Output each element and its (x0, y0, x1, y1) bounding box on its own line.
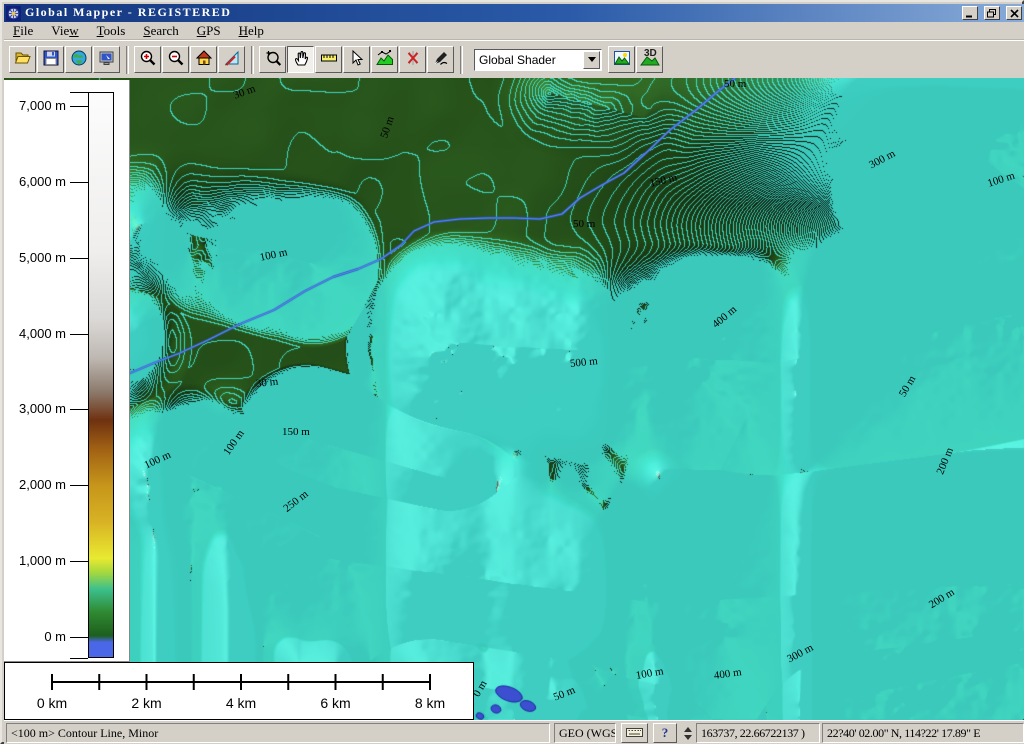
path-profile-button[interactable] (371, 46, 398, 73)
landscape-image-icon (613, 49, 631, 70)
zoom-out-button[interactable] (162, 46, 189, 73)
open-folder-icon (14, 49, 32, 70)
select-tool-button[interactable] (343, 46, 370, 73)
ruler-icon (320, 49, 338, 70)
status-latlon: 22?40' 02.00" N, 114?22' 17.89" E (822, 723, 1024, 743)
menu-item-tools[interactable]: Tools (88, 22, 135, 40)
restore-button[interactable] (984, 6, 1000, 20)
legend-tick-label: 4,000 m (4, 326, 66, 341)
legend-tick-label: 5,000 m (4, 250, 66, 265)
keyboard-button[interactable] (621, 723, 648, 743)
scale-bar: 0 km 2 km 4 km 6 km 8 km (4, 662, 474, 720)
help-button[interactable]: ? (653, 723, 677, 743)
view-3d-label: 3D (644, 48, 657, 59)
pan-tool-button[interactable] (287, 46, 314, 73)
zoom-in-button[interactable] (134, 46, 161, 73)
legend-tick-label: 1,000 m (4, 553, 66, 568)
legend-tick-label: 2,000 m (4, 477, 66, 492)
zoom-out-icon (167, 49, 185, 70)
legend-cap-tick (70, 658, 88, 659)
pen-icon (432, 49, 450, 70)
pointer-arrow-icon (348, 49, 366, 70)
svg-text:8 km: 8 km (415, 695, 445, 711)
magnifier-icon (264, 49, 282, 70)
legend-tick (70, 106, 88, 107)
status-bar: <100 m> Contour Line, Minor GEO (WGS84 ?… (4, 720, 1024, 744)
titlebar[interactable]: Global Mapper - REGISTERED (4, 4, 1024, 22)
menu-item-file[interactable]: File (4, 22, 42, 40)
legend-tick-label: 0 m (4, 629, 66, 644)
legend-tick (70, 258, 88, 259)
zoom-tool-button[interactable] (259, 46, 286, 73)
red-x-icon (404, 49, 422, 70)
toolbar-separator (460, 46, 463, 74)
svg-text:6 km: 6 km (320, 695, 350, 711)
chevron-down-icon[interactable] (583, 51, 600, 69)
menu-item-search[interactable]: Search (134, 22, 187, 40)
shader-dropdown-value: Global Shader (475, 53, 583, 67)
svg-text:0 km: 0 km (37, 695, 67, 711)
shader-dropdown[interactable]: Global Shader (474, 49, 602, 71)
set-square-icon (223, 49, 241, 70)
status-coordinates: 163737, 22.66722137 ) (696, 723, 820, 743)
legend-tick (70, 637, 88, 638)
clear-tool-button[interactable] (399, 46, 426, 73)
window-title: Global Mapper - REGISTERED (25, 5, 231, 20)
open-button[interactable] (9, 46, 36, 73)
legend-tick-label: 3,000 m (4, 401, 66, 416)
full-view-button[interactable] (190, 46, 217, 73)
texture-map-button[interactable] (608, 46, 635, 73)
view-3d-button[interactable]: 3D (636, 46, 663, 73)
svg-text:2 km: 2 km (131, 695, 161, 711)
terrain-profile-icon (376, 49, 394, 70)
map-canvas[interactable] (4, 78, 1024, 720)
save-button[interactable] (37, 46, 64, 73)
legend-tick (70, 182, 88, 183)
legend-tick (70, 334, 88, 335)
toolbar-separator (126, 46, 129, 74)
menu-item-view[interactable]: View (42, 22, 87, 40)
map-view: 30 m100 m50 m50 m50 m30 m150 m100 m100 m… (4, 78, 1024, 720)
keyboard-icon (626, 726, 643, 741)
web-globe-button[interactable] (65, 46, 92, 73)
spinner-down-icon[interactable] (684, 735, 692, 740)
close-button[interactable] (1006, 6, 1022, 20)
status-feature-text: <100 m> Contour Line, Minor (6, 723, 550, 743)
measure-tool-button[interactable] (315, 46, 342, 73)
toolbar: Global Shader 3D (4, 40, 1024, 78)
digitizer-tool-button[interactable] (427, 46, 454, 73)
floppy-save-icon (42, 49, 60, 70)
coordinate-tool-button[interactable] (218, 46, 245, 73)
global-mapper-window: Global Mapper - REGISTERED FileViewTools… (0, 0, 1024, 744)
scale-bar-graphic: 0 km 2 km 4 km 6 km 8 km (5, 663, 473, 719)
elevation-legend: 0 m 1,000 m 2,000 m 3,000 m 4,000 m 5,000 m 6,… (4, 80, 130, 662)
legend-tick (70, 561, 88, 562)
svg-text:4 km: 4 km (226, 695, 256, 711)
home-icon (195, 49, 213, 70)
monitor-icon (98, 49, 116, 70)
elevation-gradient-bar (88, 92, 114, 658)
menu-item-gps[interactable]: GPS (188, 22, 230, 40)
toolbar-separator (251, 46, 254, 74)
menu-item-help[interactable]: Help (230, 22, 273, 40)
status-spinner[interactable] (681, 724, 694, 742)
status-projection: GEO (WGS84 (554, 723, 616, 743)
zoom-in-icon (139, 49, 157, 70)
hand-icon (292, 49, 310, 70)
menubar: FileViewToolsSearchGPSHelp (4, 22, 1024, 40)
legend-cap-tick (70, 92, 88, 93)
minimize-button[interactable] (962, 6, 978, 20)
display-options-button[interactable] (93, 46, 120, 73)
app-icon (6, 6, 21, 21)
legend-tick-label: 6,000 m (4, 174, 66, 189)
legend-tick-label: 7,000 m (4, 98, 66, 113)
globe-icon (70, 49, 88, 70)
spinner-up-icon[interactable] (684, 727, 692, 732)
legend-tick (70, 485, 88, 486)
legend-tick (70, 409, 88, 410)
